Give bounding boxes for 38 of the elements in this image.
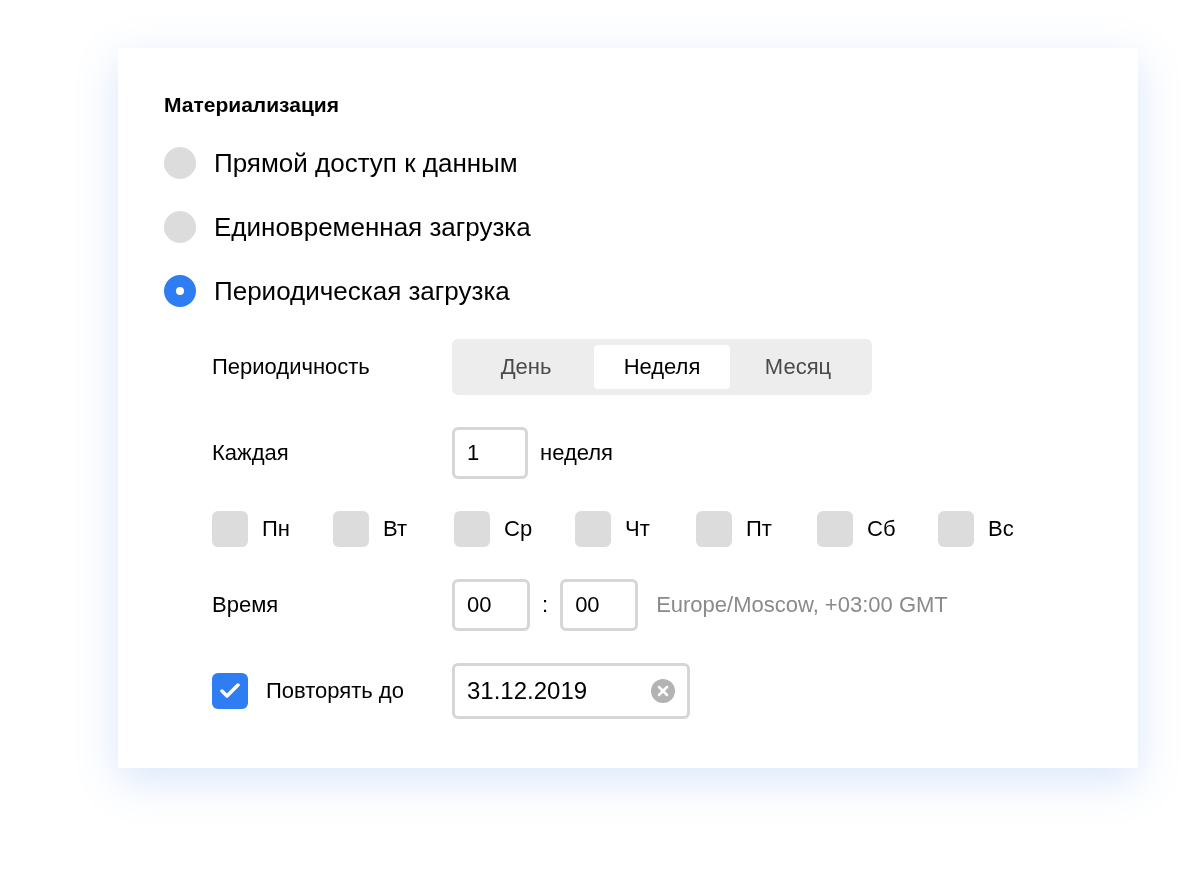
day-label: Пн <box>262 516 290 542</box>
day-label: Вс <box>988 516 1014 542</box>
day-label: Пт <box>746 516 772 542</box>
time-label: Время <box>212 592 280 618</box>
radio-button[interactable] <box>164 147 196 179</box>
section-title: Материализация <box>164 93 339 117</box>
day-checkbox[interactable] <box>454 511 490 547</box>
unit-text: неделя <box>540 440 613 466</box>
hours-input[interactable]: 00 <box>452 579 530 631</box>
day-label: Чт <box>625 516 650 542</box>
day-checkbox[interactable] <box>817 511 853 547</box>
every-label: Каждая <box>212 440 290 466</box>
radio-label: Прямой доступ к данным <box>214 147 518 179</box>
radio-label: Периодическая загрузка <box>214 275 510 307</box>
date-field[interactable]: 31.12.2019 <box>452 663 690 719</box>
periodicity-label: Периодичность <box>212 354 371 380</box>
minutes-input[interactable]: 00 <box>560 579 639 631</box>
day-checkbox[interactable] <box>333 511 369 547</box>
clear-icon[interactable] <box>651 679 675 703</box>
check-icon <box>220 683 240 699</box>
day-checkbox[interactable] <box>938 511 974 547</box>
timezone-text: Europe/Moscow, +03:00 GMT <box>656 592 948 618</box>
day-label: Вт <box>383 516 408 542</box>
radio-label: Единовременная загрузка <box>214 211 531 243</box>
day-label: Сб <box>867 516 896 542</box>
day-checkbox[interactable] <box>696 511 732 547</box>
interval-input[interactable]: 1 <box>452 427 528 479</box>
segment-tab[interactable]: Неделя <box>594 345 730 389</box>
radio-button[interactable] <box>164 211 196 243</box>
radio-button[interactable] <box>164 275 196 307</box>
segment-tab[interactable]: День <box>458 345 594 389</box>
repeat-label: Повторять до <box>266 678 404 704</box>
day-checkbox[interactable] <box>575 511 611 547</box>
day-checkbox[interactable] <box>212 511 248 547</box>
segment-tab[interactable]: Месяц <box>730 345 866 389</box>
day-label: Ср <box>504 516 533 542</box>
time-separator: : <box>542 592 549 618</box>
repeat-checkbox[interactable] <box>212 673 248 709</box>
